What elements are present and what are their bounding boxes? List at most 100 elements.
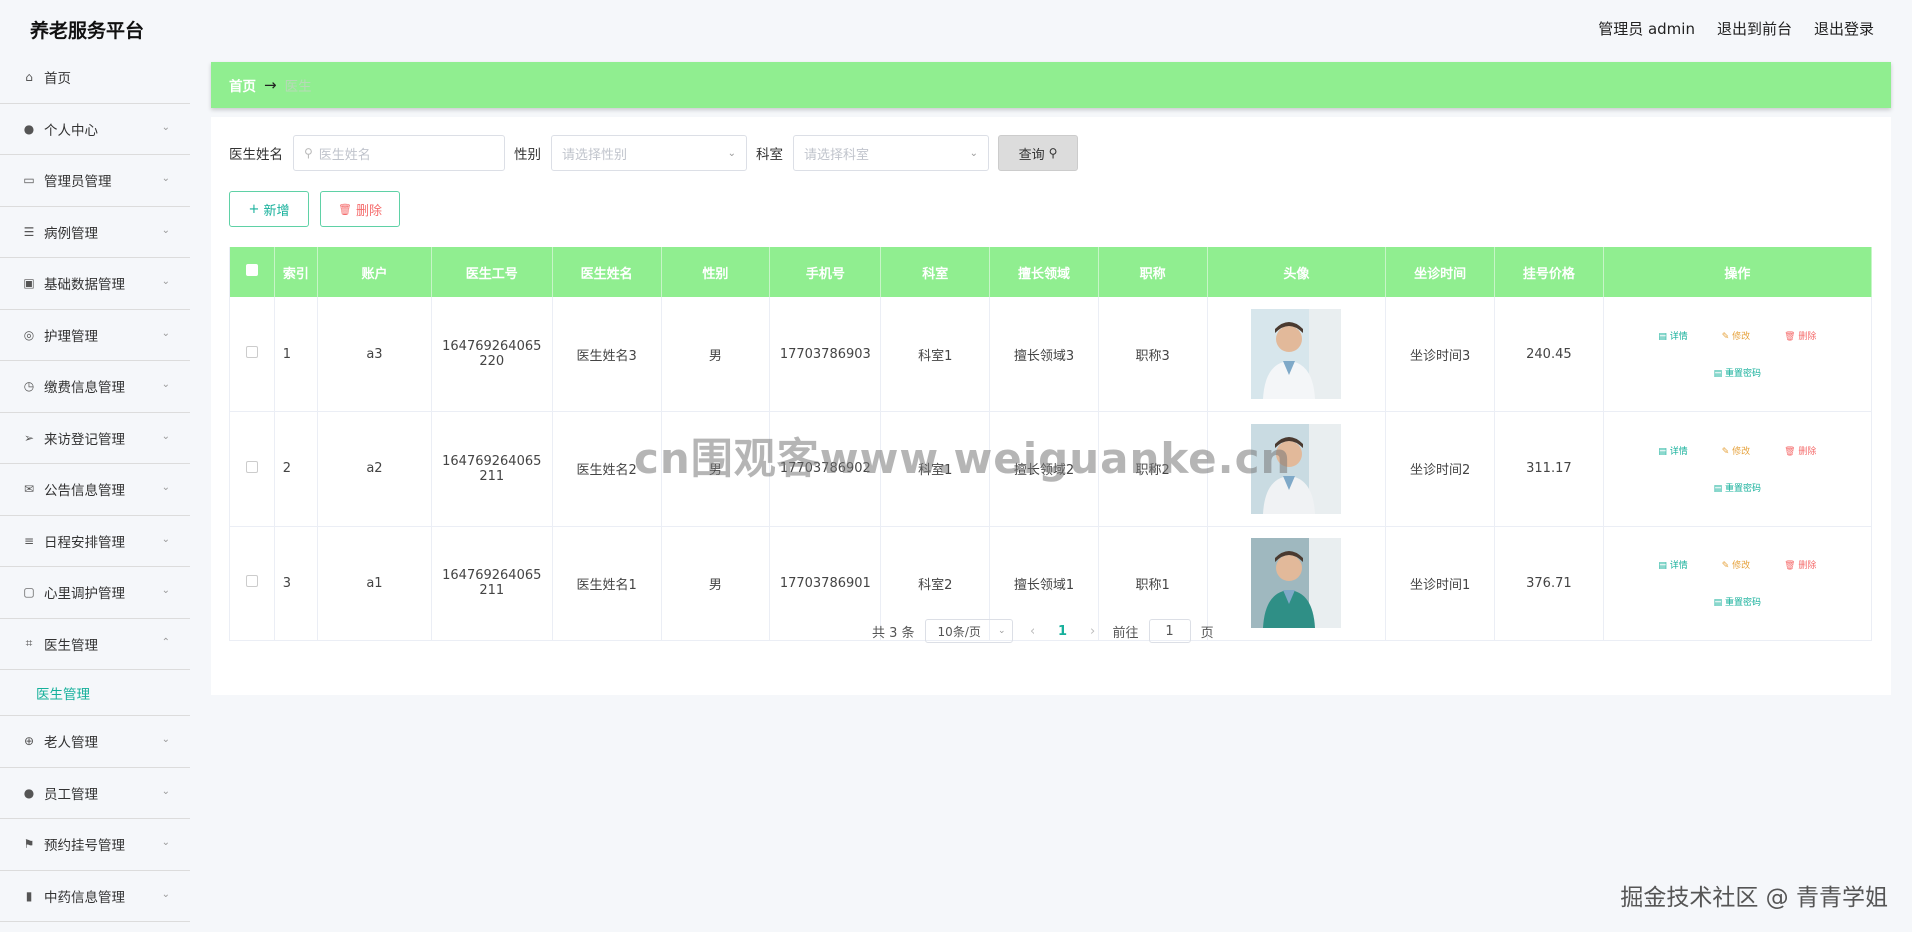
sidebar-item[interactable]: ▮ 中药信息管理 ⌄ — [0, 871, 190, 922]
column-header[interactable]: 手机号 — [769, 247, 882, 297]
sidebar-item-label: 来访登记管理 — [44, 431, 125, 448]
sidebar-item[interactable]: ☰ 病例管理 ⌄ — [0, 207, 190, 258]
detail-button[interactable]: ▤ 详情 — [1650, 326, 1695, 345]
reset-password-button[interactable]: ▤ 重置密码 — [1706, 478, 1769, 497]
cell-time: 坐诊时间3 — [1385, 297, 1496, 412]
sidebar-item[interactable]: ▢ 心里调护管理 ⌄ — [0, 567, 190, 619]
page-number[interactable]: 1 — [1053, 624, 1073, 639]
sidebar-item[interactable]: ⌂ 首页 — [0, 52, 190, 104]
doctor-name-input[interactable]: ⚲ 医生姓名 — [293, 135, 505, 171]
doctor-no-line1: 164769264065 — [442, 453, 542, 469]
column-header[interactable]: 性别 — [661, 247, 771, 297]
search-icon: ⚲ — [1048, 146, 1058, 160]
goto-page-input[interactable]: 1 — [1148, 619, 1191, 643]
column-header[interactable]: 操作 — [1603, 247, 1873, 297]
menu-icon: ≡ — [23, 533, 35, 548]
cell-ops: ▤ 详情 ✎ 修改 🗑 删除 ▤ 重置密码 — [1603, 526, 1873, 641]
cell-price: 376.71 — [1494, 526, 1604, 641]
dept-select[interactable]: 请选择科室 ⌄ — [793, 135, 989, 171]
row-checkbox[interactable] — [245, 575, 258, 588]
sex-label: 性别 — [514, 147, 541, 163]
briefcase-icon: ▭ — [23, 173, 35, 188]
current-user[interactable]: 管理员 admin — [1598, 18, 1695, 39]
doctor-name-label: 医生姓名 — [229, 147, 283, 163]
column-header[interactable]: 职称 — [1098, 247, 1208, 297]
next-page-button[interactable]: › — [1083, 624, 1103, 639]
add-label: 新增 — [263, 203, 290, 219]
sidebar-item[interactable]: ◎ 护理管理 ⌄ — [0, 310, 190, 361]
column-header[interactable]: 医生姓名 — [552, 247, 662, 297]
document-icon: ▤ — [1713, 598, 1726, 609]
document-icon: ▤ — [1713, 483, 1726, 494]
cell-ops: ▤ 详情 ✎ 修改 🗑 删除 ▤ 重置密码 — [1603, 411, 1873, 526]
column-header[interactable]: 挂号价格 — [1494, 247, 1604, 297]
sidebar-item-label: 员工管理 — [44, 786, 98, 803]
detail-button[interactable]: ▤ 详情 — [1650, 441, 1695, 460]
sidebar-item-label: 老人管理 — [44, 735, 98, 752]
row-checkbox[interactable] — [245, 346, 258, 358]
sidebar-item[interactable]: ≡ 日程安排管理 ⌄ — [0, 516, 190, 567]
breadcrumb-home[interactable]: 首页 — [229, 75, 256, 95]
sidebar-item[interactable]: ◷ 缴费信息管理 ⌄ — [0, 361, 190, 413]
exit-to-front-link[interactable]: 退出到前台 — [1717, 18, 1792, 39]
document-icon: ▤ — [1713, 369, 1726, 379]
column-header[interactable]: 坐诊时间 — [1385, 247, 1496, 297]
chevron-down-icon: ⌄ — [161, 734, 170, 745]
sidebar-item[interactable]: ➢ 来访登记管理 ⌄ — [0, 413, 190, 464]
trash-icon: 🗑 — [1784, 561, 1799, 572]
delete-button[interactable]: 🗑 删除 — [320, 191, 400, 227]
sidebar-item[interactable]: ▣ 基础数据管理 ⌄ — [0, 258, 190, 310]
column-header[interactable]: 索引 — [274, 247, 319, 297]
column-header[interactable]: 科室 — [880, 247, 991, 297]
sidebar-item-label: 管理员管理 — [44, 174, 112, 191]
sidebar-item[interactable]: ▭ 管理员管理 ⌄ — [0, 155, 190, 207]
chevron-down-icon: ⌄ — [161, 430, 170, 442]
sex-select[interactable]: 请选择性别 ⌄ — [551, 135, 747, 171]
clock-icon: ◷ — [23, 379, 35, 394]
doctor-name-placeholder: 医生姓名 — [318, 147, 371, 163]
remove-button[interactable]: 🗑 删除 — [1776, 555, 1824, 574]
page-size-select[interactable]: 10条/页 ⌄ — [924, 619, 1013, 643]
logout-link[interactable]: 退出登录 — [1814, 18, 1874, 39]
sidebar-item[interactable]: ✉ 公告信息管理 ⌄ — [0, 464, 190, 516]
column-header[interactable]: 医生工号 — [431, 247, 553, 297]
sidebar-subitem-doctor[interactable]: 医生管理 — [0, 670, 190, 716]
sidebar-item-label: 缴费信息管理 — [44, 380, 125, 397]
sidebar-item[interactable]: ⚑ 预约挂号管理 ⌄ — [0, 819, 190, 871]
breadcrumb-current: 医生 — [284, 79, 312, 95]
sidebar-item[interactable]: ⊕ 老人管理 ⌄ — [0, 716, 190, 768]
cell-account: a3 — [317, 297, 432, 412]
column-header[interactable]: 头像 — [1207, 247, 1387, 297]
column-header[interactable]: 账户 — [317, 247, 432, 297]
add-button[interactable]: + 新增 — [229, 191, 309, 227]
sidebar-item[interactable]: ● 员工管理 ⌄ — [0, 768, 190, 819]
detail-button[interactable]: ▤ 详情 — [1650, 555, 1695, 574]
edit-button[interactable]: ✎ 修改 — [1714, 555, 1758, 574]
query-button[interactable]: 查询 ⚲ — [998, 135, 1078, 171]
row-checkbox[interactable] — [245, 460, 258, 473]
prev-page-button[interactable]: ‹ — [1023, 624, 1043, 639]
edit-icon: ✎ — [1721, 561, 1733, 572]
sidebar-item-label: 心里调护管理 — [44, 586, 125, 603]
sidebar-item[interactable]: ● 个人中心 ⌄ — [0, 104, 190, 155]
chevron-down-icon: ⌄ — [161, 121, 170, 133]
sex-placeholder: 请选择性别 — [562, 147, 628, 163]
chevron-up-icon: ⌃ — [161, 636, 170, 648]
remove-button[interactable]: 🗑 删除 — [1776, 441, 1824, 460]
edit-label: 修改 — [1732, 446, 1751, 457]
goto-page-value: 1 — [1165, 623, 1174, 639]
document-icon: ▤ — [1658, 561, 1670, 572]
reset-password-button[interactable]: ▤ 重置密码 — [1706, 592, 1769, 611]
reset-password-button[interactable]: ▤ 重置密码 — [1706, 363, 1769, 382]
doctor-no-line2: 211 — [479, 583, 505, 599]
remove-button[interactable]: 🗑 删除 — [1776, 326, 1824, 345]
edit-button[interactable]: ✎ 修改 — [1714, 326, 1758, 345]
column-header[interactable]: 擅长领域 — [989, 247, 1099, 297]
detail-label: 详情 — [1669, 561, 1688, 572]
sidebar-item[interactable]: ⌗ 医生管理 ⌃ — [0, 619, 190, 670]
sidebar-item-label: 日程安排管理 — [44, 534, 125, 551]
chevron-down-icon: ⌄ — [161, 173, 170, 184]
edit-button[interactable]: ✎ 修改 — [1714, 441, 1758, 460]
select-all-checkbox[interactable] — [245, 264, 258, 276]
chevron-down-icon: ⌄ — [161, 327, 170, 339]
